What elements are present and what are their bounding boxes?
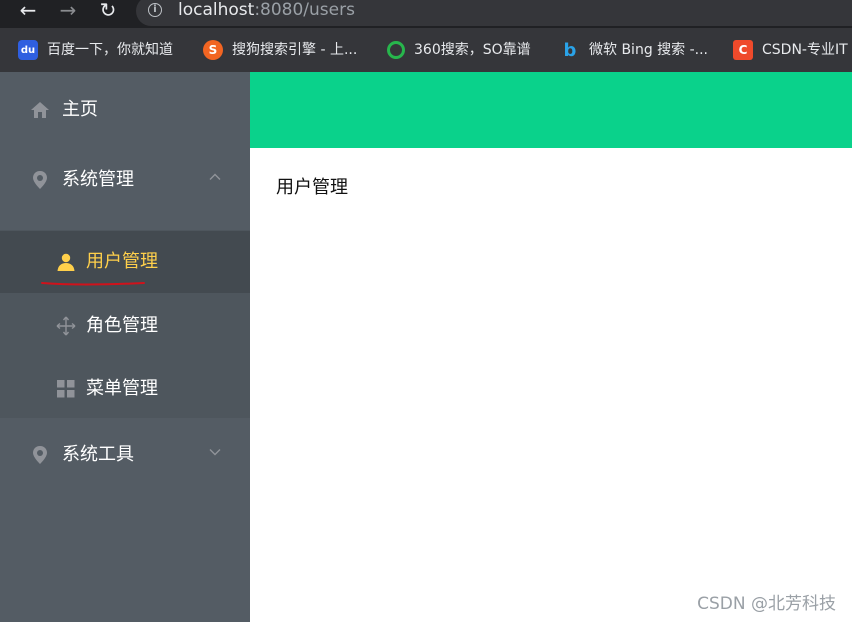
info-icon[interactable]: i: [148, 3, 162, 17]
csdn-icon: C: [733, 40, 753, 60]
sidebar-item-label: 用户管理: [86, 251, 158, 272]
reload-icon[interactable]: ↻: [94, 0, 122, 24]
bookmark-csdn[interactable]: C CSDN-专业IT: [733, 40, 848, 60]
bookmark-baidu[interactable]: du 百度一下，你就知道: [18, 40, 173, 60]
sidebar-item-label: 角色管理: [86, 315, 158, 336]
location-icon: [33, 171, 47, 189]
menu-grid-icon: [57, 380, 75, 398]
chevron-down-icon[interactable]: [208, 445, 222, 459]
sidebar-item-roles[interactable]: 角色管理: [0, 298, 250, 354]
bookmark-360[interactable]: 360搜索，SO靠谱: [387, 40, 531, 60]
sidebar-item-menus[interactable]: 菜单管理: [0, 361, 250, 417]
bookmark-label: CSDN-专业IT: [762, 42, 848, 58]
bookmarks-bar: du 百度一下，你就知道 S 搜狗搜索引擎 - 上... 360搜索，SO靠谱 …: [0, 28, 852, 72]
forward-arrow-icon[interactable]: →: [54, 0, 82, 24]
move-icon: [56, 316, 76, 336]
bookmark-label: 百度一下，你就知道: [47, 42, 173, 58]
url-path: :8080/users: [254, 0, 355, 20]
sidebar-item-home[interactable]: 主页: [0, 82, 250, 138]
red-underline-annotation: [41, 282, 145, 286]
main-content: 用户管理 CSDN @北芳科技: [250, 148, 852, 622]
baidu-icon: du: [18, 40, 38, 60]
360-icon: [387, 41, 405, 59]
bookmark-label: 360搜索，SO靠谱: [414, 42, 531, 58]
page-title: 用户管理: [276, 177, 348, 198]
home-icon: [31, 102, 49, 118]
sidebar-item-label: 系统管理: [62, 169, 134, 190]
sidebar-item-label: 系统工具: [62, 444, 134, 465]
url-text[interactable]: localhost:8080/users: [178, 0, 355, 22]
sidebar-item-system-tools[interactable]: 系统工具: [0, 427, 250, 483]
back-arrow-icon[interactable]: ←: [14, 0, 42, 24]
url-host: localhost: [178, 0, 255, 20]
bookmark-label: 微软 Bing 搜索 -...: [589, 42, 709, 58]
user-icon: [57, 253, 75, 271]
bookmark-sogou[interactable]: S 搜狗搜索引擎 - 上...: [203, 40, 357, 60]
sogou-icon: S: [203, 40, 223, 60]
address-bar[interactable]: i localhost:8080/users: [136, 0, 852, 26]
bing-icon: b: [563, 39, 577, 61]
sidebar-item-label: 主页: [62, 99, 98, 120]
bookmark-bing[interactable]: b 微软 Bing 搜索 -...: [560, 39, 709, 61]
chevron-up-icon[interactable]: [208, 170, 222, 184]
sidebar-menu: 主页 系统管理 用户管理 角色管理 菜单管理 系统工具: [0, 72, 250, 622]
sidebar-item-label: 菜单管理: [86, 378, 158, 399]
watermark: CSDN @北芳科技: [697, 594, 836, 614]
app-header: [250, 72, 852, 148]
browser-toolbar: ← → ↻ i localhost:8080/users: [0, 0, 852, 28]
location-icon: [33, 446, 47, 464]
sidebar-item-system-manage[interactable]: 系统管理: [0, 152, 250, 208]
bookmark-label: 搜狗搜索引擎 - 上...: [232, 42, 358, 58]
